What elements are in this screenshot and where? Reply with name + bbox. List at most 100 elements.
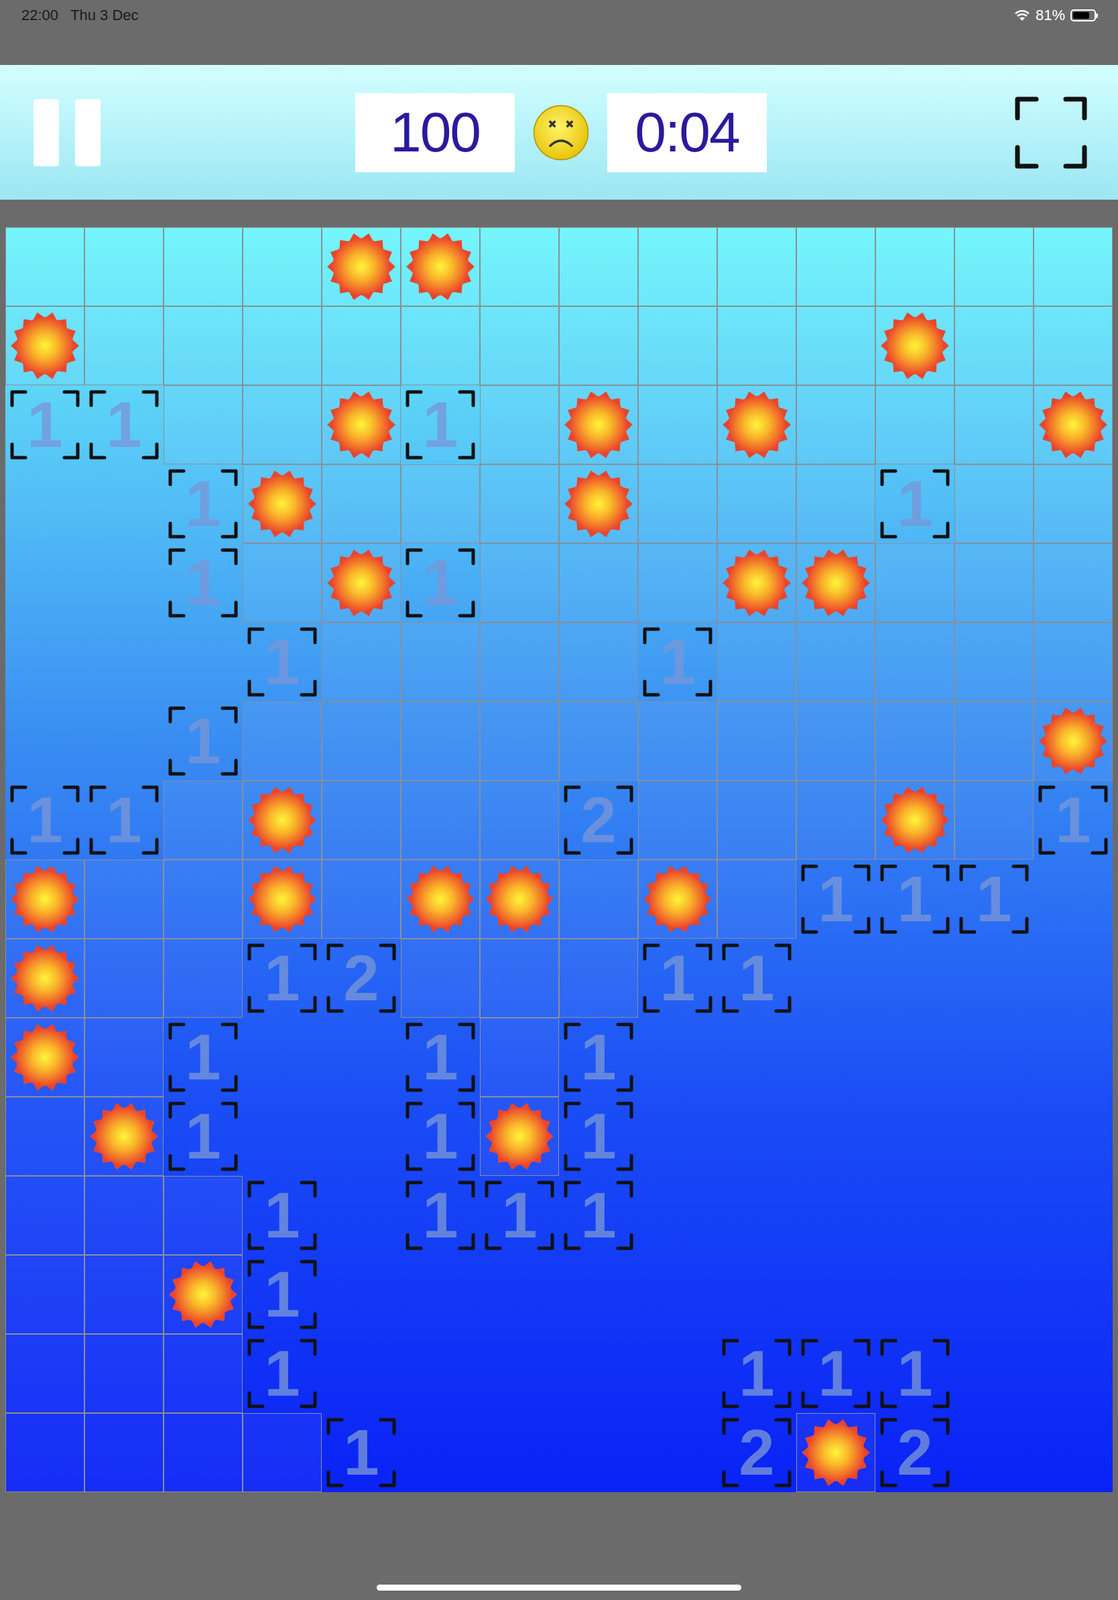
hidden-cell[interactable] (321, 464, 401, 544)
hidden-cell[interactable] (1033, 543, 1113, 623)
hidden-cell[interactable] (5, 1255, 85, 1335)
hidden-cell[interactable] (875, 543, 955, 623)
hidden-cell[interactable] (163, 1176, 243, 1256)
hidden-cell[interactable] (796, 464, 876, 544)
fullscreen-icon[interactable] (1013, 95, 1089, 171)
pause-button[interactable] (33, 99, 356, 167)
hidden-cell[interactable] (479, 543, 559, 623)
hidden-cell[interactable] (796, 306, 876, 386)
hidden-cell[interactable] (400, 939, 480, 1019)
hidden-cell[interactable] (717, 306, 797, 386)
hidden-cell[interactable] (479, 464, 559, 544)
hidden-cell[interactable] (559, 859, 639, 940)
hidden-cell[interactable] (717, 227, 797, 307)
hidden-cell[interactable] (559, 306, 639, 386)
hidden-cell[interactable] (1033, 622, 1113, 702)
hidden-cell[interactable] (400, 306, 480, 386)
hidden-cell[interactable] (321, 780, 401, 860)
hidden-cell[interactable] (479, 622, 559, 702)
hidden-cell[interactable] (559, 227, 639, 307)
hidden-cell[interactable] (84, 227, 164, 307)
hidden-cell[interactable] (1033, 227, 1113, 307)
hidden-cell[interactable] (5, 1097, 85, 1177)
hidden-cell[interactable] (559, 701, 639, 781)
hidden-cell[interactable] (479, 385, 559, 465)
hidden-cell[interactable] (5, 1176, 85, 1256)
hidden-cell[interactable] (84, 1176, 164, 1256)
hidden-cell[interactable] (479, 780, 559, 860)
hidden-cell[interactable] (875, 622, 955, 702)
hidden-cell[interactable] (400, 464, 480, 544)
hidden-cell[interactable] (5, 1413, 85, 1493)
hidden-cell[interactable] (84, 1018, 164, 1098)
hidden-cell[interactable] (163, 1334, 243, 1414)
home-indicator[interactable] (376, 1585, 742, 1592)
hidden-cell[interactable] (717, 622, 797, 702)
hidden-cell[interactable] (242, 701, 322, 781)
hidden-cell[interactable] (163, 306, 243, 386)
hidden-cell[interactable] (954, 543, 1034, 623)
hidden-cell[interactable] (479, 701, 559, 781)
hidden-cell[interactable] (163, 385, 243, 465)
hidden-cell[interactable] (717, 780, 797, 860)
hidden-cell[interactable] (954, 385, 1034, 465)
hidden-cell[interactable] (242, 306, 322, 386)
hidden-cell[interactable] (400, 780, 480, 860)
hidden-cell[interactable] (1033, 306, 1113, 386)
hidden-cell[interactable] (479, 227, 559, 307)
hidden-cell[interactable] (321, 701, 401, 781)
hidden-cell[interactable] (84, 1334, 164, 1414)
hidden-cell[interactable] (242, 227, 322, 307)
hidden-cell[interactable] (954, 622, 1034, 702)
hidden-cell[interactable] (479, 306, 559, 386)
hidden-cell[interactable] (717, 464, 797, 544)
hidden-cell[interactable] (5, 227, 85, 307)
hidden-cell[interactable] (875, 227, 955, 307)
hidden-cell[interactable] (321, 622, 401, 702)
hidden-cell[interactable] (321, 306, 401, 386)
hidden-cell[interactable] (717, 859, 797, 940)
hidden-cell[interactable] (638, 385, 718, 465)
face-button[interactable] (532, 103, 590, 162)
hidden-cell[interactable] (954, 306, 1034, 386)
hidden-cell[interactable] (1033, 464, 1113, 544)
hidden-cell[interactable] (954, 701, 1034, 781)
hidden-cell[interactable] (479, 939, 559, 1019)
hidden-cell[interactable] (163, 780, 243, 860)
hidden-cell[interactable] (796, 780, 876, 860)
hidden-cell[interactable] (242, 385, 322, 465)
hidden-cell[interactable] (242, 543, 322, 623)
hidden-cell[interactable] (796, 622, 876, 702)
hidden-cell[interactable] (5, 1334, 85, 1414)
hidden-cell[interactable] (638, 780, 718, 860)
hidden-cell[interactable] (163, 1413, 243, 1493)
hidden-cell[interactable] (638, 701, 718, 781)
hidden-cell[interactable] (400, 701, 480, 781)
hidden-cell[interactable] (796, 227, 876, 307)
hidden-cell[interactable] (875, 701, 955, 781)
hidden-cell[interactable] (638, 227, 718, 307)
hidden-cell[interactable] (163, 939, 243, 1019)
hidden-cell[interactable] (954, 227, 1034, 307)
hidden-cell[interactable] (84, 1255, 164, 1335)
hidden-cell[interactable] (954, 464, 1034, 544)
hidden-cell[interactable] (242, 1413, 322, 1493)
hidden-cell[interactable] (638, 543, 718, 623)
hidden-cell[interactable] (163, 227, 243, 307)
hidden-cell[interactable] (84, 939, 164, 1019)
hidden-cell[interactable] (559, 622, 639, 702)
hidden-cell[interactable] (84, 306, 164, 386)
hidden-cell[interactable] (479, 1018, 559, 1098)
hidden-cell[interactable] (796, 701, 876, 781)
hidden-cell[interactable] (559, 543, 639, 623)
hidden-cell[interactable] (796, 385, 876, 465)
hidden-cell[interactable] (875, 385, 955, 465)
hidden-cell[interactable] (321, 859, 401, 940)
hidden-cell[interactable] (954, 780, 1034, 860)
hidden-cell[interactable] (400, 622, 480, 702)
hidden-cell[interactable] (717, 701, 797, 781)
hidden-cell[interactable] (638, 464, 718, 544)
hidden-cell[interactable] (84, 1413, 164, 1493)
hidden-cell[interactable] (559, 939, 639, 1019)
hidden-cell[interactable] (163, 859, 243, 940)
